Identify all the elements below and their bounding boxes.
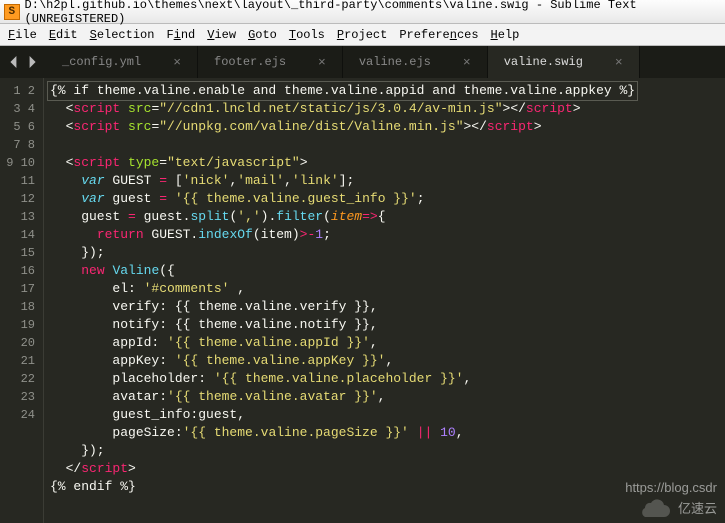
code-area[interactable]: {% if theme.valine.enable and theme.vali… [44, 78, 725, 523]
menu-selection[interactable]: Selection [90, 28, 155, 42]
tab-valine-ejs[interactable]: valine.ejs × [343, 46, 488, 78]
nav-back-icon[interactable] [8, 56, 20, 68]
menu-tools[interactable]: Tools [289, 28, 325, 42]
tab-label: valine.ejs [359, 55, 431, 69]
tab-footer[interactable]: footer.ejs × [198, 46, 343, 78]
close-icon[interactable]: × [318, 55, 326, 70]
tabbar: _config.yml × footer.ejs × valine.ejs × val… [0, 46, 725, 78]
tab-label: valine.swig [504, 55, 583, 69]
menu-edit[interactable]: Edit [49, 28, 78, 42]
menu-preferences[interactable]: Preferences [399, 28, 478, 42]
close-icon[interactable]: × [463, 55, 471, 70]
editor: 1 2 3 4 5 6 7 8 9 10 11 12 13 14 15 16 1… [0, 78, 725, 523]
tabs: _config.yml × footer.ejs × valine.ejs × val… [46, 46, 725, 78]
close-icon[interactable]: × [615, 55, 623, 70]
menu-file[interactable]: File [8, 28, 37, 42]
tab-label: _config.yml [62, 55, 141, 69]
tab-nav [0, 46, 46, 78]
close-icon[interactable]: × [173, 55, 181, 70]
titlebar: S D:\h2pl.github.io\themes\next\layout\_… [0, 0, 725, 24]
nav-forward-icon[interactable] [26, 56, 38, 68]
menu-help[interactable]: Help [491, 28, 520, 42]
tab-label: footer.ejs [214, 55, 286, 69]
tab-config[interactable]: _config.yml × [46, 46, 198, 78]
menu-goto[interactable]: Goto [248, 28, 277, 42]
watermark: 亿速云 https://blog.csdr [638, 497, 717, 517]
menubar: File Edit Selection Find View Goto Tools… [0, 24, 725, 46]
menu-project[interactable]: Project [337, 28, 387, 42]
watermark-text: https://blog.csdr [625, 480, 717, 495]
line-gutter: 1 2 3 4 5 6 7 8 9 10 11 12 13 14 15 16 1… [0, 78, 44, 523]
app-icon: S [4, 4, 20, 20]
menu-view[interactable]: View [207, 28, 236, 42]
menu-find[interactable]: Find [166, 28, 195, 42]
watermark-brand: 亿速云 [678, 498, 717, 517]
cloud-icon [638, 497, 672, 517]
tab-valine-swig[interactable]: valine.swig × [488, 46, 640, 78]
window-title: D:\h2pl.github.io\themes\next\layout\_th… [25, 0, 721, 26]
